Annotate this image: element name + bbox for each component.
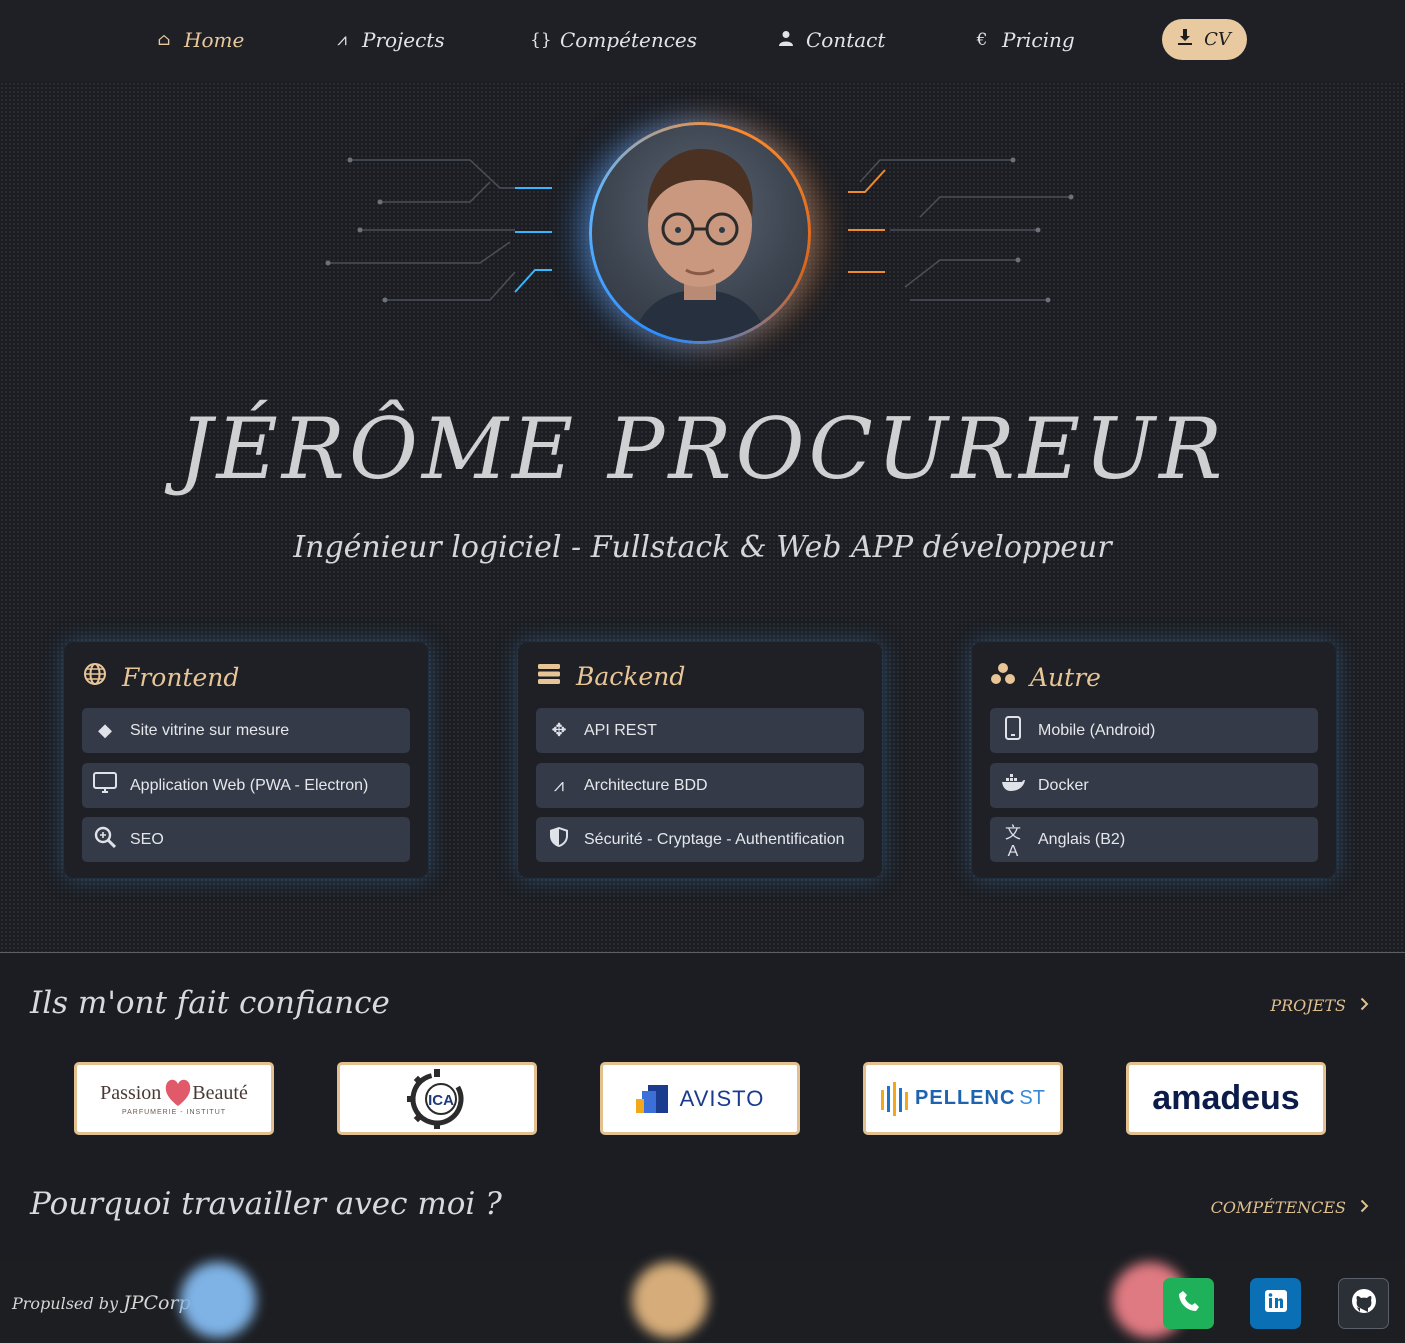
hero-section: JÉRÔME PROCUREUR Ingénieur logiciel - Fu…: [0, 82, 1405, 953]
skill-item: SEO: [82, 817, 410, 862]
skill-label: Docker: [1038, 776, 1089, 794]
pellenc-text: PELLENC: [915, 1087, 1016, 1109]
nav-contact-label: Contact: [806, 28, 886, 52]
skill-item: Mobile (Android): [990, 708, 1318, 753]
skill-label: Mobile (Android): [1038, 721, 1156, 739]
nav-competences-label: Compétences: [560, 28, 698, 52]
nav-projects-label: Projects: [362, 28, 445, 52]
card-header: Autre: [990, 662, 1101, 692]
cv-download-button[interactable]: CV: [1162, 19, 1247, 60]
compass-icon: ⩘: [553, 775, 565, 795]
compass-icon: ⩘: [337, 30, 347, 50]
server-icon: [536, 663, 562, 691]
ica-text: ICA: [428, 1092, 454, 1109]
globe-icon: [82, 662, 108, 692]
skill-card-frontend: Frontend ◆ Site vitrine sur mesure Appli…: [64, 642, 428, 878]
circles-icon: [990, 662, 1016, 692]
client-logo-passion-beaute[interactable]: Passion Beauté PARFUMERIE - INSTITUT: [74, 1062, 274, 1135]
user-icon: [776, 30, 796, 51]
skill-item: ✥ API REST: [536, 708, 864, 753]
nav-contact[interactable]: Contact: [776, 22, 885, 58]
skill-item: 文A Anglais (B2): [990, 817, 1318, 862]
translate-icon: 文A: [1004, 824, 1021, 860]
hero-subtitle: Ingénieur logiciel - Fullstack & Web APP…: [293, 530, 1112, 565]
github-button[interactable]: [1338, 1278, 1389, 1329]
nav-home-label: Home: [184, 28, 245, 52]
competences-link[interactable]: COMPÉTENCES: [1211, 1198, 1369, 1217]
card-header: Backend: [536, 662, 685, 691]
pellenc-bars-icon: [881, 1081, 909, 1116]
avisto-mark-icon: [635, 1084, 668, 1113]
competences-link-label: COMPÉTENCES: [1210, 1198, 1346, 1217]
floating-blob-blue: [180, 1262, 256, 1338]
skill-item: Docker: [990, 763, 1318, 808]
skill-label: API REST: [584, 721, 657, 739]
skill-card-autre: Autre Mobile (Android) Docker 文A Anglais…: [972, 642, 1336, 878]
projects-link-label: PROJETS: [1270, 996, 1346, 1015]
skill-item: ◆ Site vitrine sur mesure: [82, 708, 410, 753]
hero-name: JÉRÔME PROCUREUR: [178, 400, 1227, 498]
floating-blob-gold: [632, 1262, 708, 1338]
nav-home[interactable]: ⌂ Home: [154, 22, 245, 58]
avisto-text: AVISTO: [679, 1085, 765, 1111]
client-logo-pellenc[interactable]: PELLENC ST: [863, 1062, 1063, 1135]
amadeus-text: amadeus: [1152, 1079, 1300, 1117]
linkedin-button[interactable]: [1250, 1278, 1301, 1329]
profile-photo: [592, 125, 808, 341]
skill-label: Application Web (PWA - Electron): [130, 776, 369, 794]
card-title: Backend: [576, 662, 686, 691]
why-title: Pourquoi travailler avec moi ?: [30, 1186, 502, 1222]
nav-pricing-label: Pricing: [1002, 28, 1075, 52]
phone-button[interactable]: [1163, 1278, 1214, 1329]
magnifier-icon: [92, 826, 118, 853]
pellenc-suffix: ST: [1019, 1087, 1045, 1109]
nav-competences[interactable]: {} Compétences: [530, 22, 697, 58]
nav-pricing[interactable]: € Pricing: [972, 22, 1075, 58]
shield-icon: [546, 826, 572, 853]
skill-item: ⩘ Architecture BDD: [536, 763, 864, 808]
chevron-right-icon: [1360, 996, 1369, 1015]
diamond-icon: ◆: [98, 720, 112, 740]
phone-icon: [1000, 716, 1026, 745]
card-header: Frontend: [82, 662, 239, 692]
chevron-right-icon: [1360, 1198, 1369, 1217]
download-icon: [1178, 29, 1193, 50]
docker-icon: [1000, 774, 1026, 797]
nav-projects[interactable]: ⩘ Projects: [332, 22, 445, 58]
skill-item: Sécurité - Cryptage - Authentification: [536, 817, 864, 862]
footer-prefix: Propulsed by: [12, 1294, 118, 1313]
skill-label: Sécurité - Cryptage - Authentification: [584, 830, 845, 848]
section-divider: [0, 952, 1405, 953]
footer-credit: Propulsed by JPCorp: [12, 1292, 191, 1314]
client-logo-avisto[interactable]: AVISTO: [600, 1062, 800, 1135]
code-braces-icon: {}: [530, 30, 552, 50]
client-logo-ica[interactable]: ICA: [337, 1062, 537, 1135]
gear-icon: ICA: [407, 1068, 464, 1129]
skill-label: Anglais (B2): [1038, 830, 1126, 848]
monitor-icon: [92, 772, 118, 799]
euro-icon: €: [976, 30, 988, 50]
home-icon: ⌂: [157, 30, 171, 50]
github-icon: [1351, 1288, 1377, 1320]
profile-photo-frame: [589, 122, 811, 344]
top-navigation: ⌂ Home ⩘ Projects {} Compétences Contact…: [0, 0, 1405, 82]
card-title: Frontend: [122, 662, 240, 692]
phone-call-icon: [1178, 1290, 1200, 1318]
skill-card-backend: Backend ✥ API REST ⩘ Architecture BDD Sé…: [518, 642, 882, 878]
trust-title: Ils m'ont fait confiance: [30, 985, 390, 1021]
client-logo-amadeus[interactable]: amadeus: [1126, 1062, 1326, 1135]
card-title: Autre: [1030, 662, 1101, 692]
skill-label: Architecture BDD: [584, 776, 708, 794]
network-icon: ✥: [551, 720, 567, 740]
cv-label: CV: [1204, 29, 1231, 50]
skill-label: SEO: [130, 830, 164, 848]
skill-item: Application Web (PWA - Electron): [82, 763, 410, 808]
heart-icon: [164, 1077, 192, 1113]
skill-label: Site vitrine sur mesure: [130, 721, 290, 739]
linkedin-icon: [1264, 1289, 1287, 1318]
projects-link[interactable]: PROJETS: [1270, 996, 1369, 1015]
